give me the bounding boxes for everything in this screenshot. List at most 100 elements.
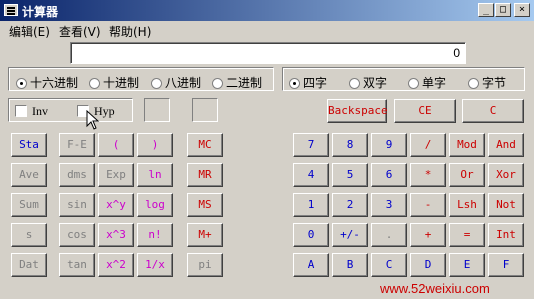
digit-button-7[interactable]: 7	[293, 133, 329, 157]
radio-word[interactable]: 单字	[408, 74, 446, 91]
sci-button-sin[interactable]: sin	[59, 193, 95, 217]
title-bar[interactable]: 计算器 _ □ ×	[0, 0, 534, 21]
watermark-text: www.52weixiu.com	[380, 281, 490, 296]
sci-button-x-cubed[interactable]: x^3	[98, 223, 134, 247]
sci-button-factorial[interactable]: n!	[137, 223, 173, 247]
sci-button-x-pow-y[interactable]: x^y	[98, 193, 134, 217]
multiply-button[interactable]: *	[410, 163, 446, 187]
menu-help[interactable]: 帮助(H)	[109, 23, 151, 40]
memory-button-m-plus[interactable]: M+	[187, 223, 223, 247]
radio-dec[interactable]: 十进制	[89, 74, 139, 91]
hex-button-a[interactable]: A	[293, 253, 329, 277]
and-button[interactable]: And	[488, 133, 524, 157]
sci-button-x-squared[interactable]: x^2	[98, 253, 134, 277]
radio-qword[interactable]: 四字	[289, 74, 327, 91]
hex-button-b[interactable]: B	[332, 253, 368, 277]
hex-button-d[interactable]: D	[410, 253, 446, 277]
digit-button-3[interactable]: 3	[371, 193, 407, 217]
decimal-button[interactable]: .	[371, 223, 407, 247]
constant-button-pi[interactable]: pi	[187, 253, 223, 277]
or-button[interactable]: Or	[449, 163, 485, 187]
number-base-group: 十六进制 十进制 八进制 二进制	[8, 67, 274, 91]
window-title: 计算器	[22, 5, 59, 19]
sci-button-close-paren[interactable]: )	[137, 133, 173, 157]
radio-byte[interactable]: 字节	[468, 74, 506, 91]
memory-button-mc[interactable]: MC	[187, 133, 223, 157]
stat-button-ave[interactable]: Ave	[11, 163, 47, 187]
sci-button-fe[interactable]: F-E	[59, 133, 95, 157]
radio-dot-icon	[349, 78, 360, 89]
int-button[interactable]: Int	[488, 223, 524, 247]
radio-dot-icon	[468, 78, 479, 89]
digit-button-9[interactable]: 9	[371, 133, 407, 157]
sci-button-log[interactable]: log	[137, 193, 173, 217]
sign-toggle-button[interactable]: +/-	[332, 223, 368, 247]
memory-button-mr[interactable]: MR	[187, 163, 223, 187]
menu-bar: 编辑(E) 查看(V) 帮助(H)	[0, 21, 534, 39]
radio-dec-label: 十进制	[103, 76, 140, 90]
radio-byte-label: 字节	[482, 76, 507, 90]
paren-indicator	[144, 98, 170, 122]
word-size-group: 四字 双字 单字 字节	[282, 67, 525, 91]
radio-dword[interactable]: 双字	[349, 74, 387, 91]
radio-dot-icon	[212, 78, 223, 89]
digit-button-4[interactable]: 4	[293, 163, 329, 187]
radio-oct[interactable]: 八进制	[151, 74, 201, 91]
sci-button-dms[interactable]: dms	[59, 163, 95, 187]
radio-dot-icon	[408, 78, 419, 89]
memory-indicator	[192, 98, 218, 122]
stat-button-sta[interactable]: Sta	[11, 133, 47, 157]
hex-button-c[interactable]: C	[371, 253, 407, 277]
maximize-button[interactable]: □	[495, 3, 511, 17]
result-display[interactable]: 0	[70, 42, 466, 64]
checkbox-box-icon	[15, 105, 27, 117]
menu-view[interactable]: 查看(V)	[59, 23, 101, 40]
backspace-button[interactable]: Backspace	[327, 99, 388, 123]
inv-hyp-group: Inv Hyp	[8, 98, 133, 122]
radio-dot-icon	[89, 78, 100, 89]
minimize-button[interactable]: _	[478, 3, 494, 17]
sci-button-reciprocal[interactable]: 1/x	[137, 253, 173, 277]
digit-button-0[interactable]: 0	[293, 223, 329, 247]
radio-dot-icon	[16, 78, 27, 89]
lsh-button[interactable]: Lsh	[449, 193, 485, 217]
memory-button-ms[interactable]: MS	[187, 193, 223, 217]
add-button[interactable]: +	[410, 223, 446, 247]
digit-button-5[interactable]: 5	[332, 163, 368, 187]
radio-bin[interactable]: 二进制	[212, 74, 262, 91]
digit-button-8[interactable]: 8	[332, 133, 368, 157]
radio-dot-icon	[289, 78, 300, 89]
stat-button-dat[interactable]: Dat	[11, 253, 47, 277]
xor-button[interactable]: Xor	[488, 163, 524, 187]
checkbox-inv-label: Inv	[32, 104, 48, 118]
radio-oct-label: 八进制	[165, 76, 202, 90]
digit-button-2[interactable]: 2	[332, 193, 368, 217]
digit-button-6[interactable]: 6	[371, 163, 407, 187]
stat-button-s[interactable]: s	[11, 223, 47, 247]
clear-entry-button[interactable]: CE	[394, 99, 456, 123]
hex-button-e[interactable]: E	[449, 253, 485, 277]
checkbox-inv[interactable]: Inv	[15, 104, 48, 119]
clear-button[interactable]: C	[462, 99, 524, 123]
sci-button-exp[interactable]: Exp	[98, 163, 134, 187]
sci-button-tan[interactable]: tan	[59, 253, 95, 277]
sci-button-ln[interactable]: ln	[137, 163, 173, 187]
radio-dot-icon	[151, 78, 162, 89]
not-button[interactable]: Not	[488, 193, 524, 217]
mouse-cursor-icon	[86, 110, 100, 130]
hex-button-f[interactable]: F	[488, 253, 524, 277]
radio-hex[interactable]: 十六进制	[16, 74, 78, 91]
close-button[interactable]: ×	[514, 3, 530, 17]
calculator-app-icon	[4, 4, 18, 16]
digit-button-1[interactable]: 1	[293, 193, 329, 217]
equals-button[interactable]: =	[449, 223, 485, 247]
subtract-button[interactable]: -	[410, 193, 446, 217]
radio-hex-label: 十六进制	[30, 76, 79, 90]
menu-edit[interactable]: 编辑(E)	[9, 23, 50, 40]
sci-button-cos[interactable]: cos	[59, 223, 95, 247]
radio-qword-label: 四字	[303, 76, 328, 90]
divide-button[interactable]: /	[410, 133, 446, 157]
mod-button[interactable]: Mod	[449, 133, 485, 157]
sci-button-open-paren[interactable]: (	[98, 133, 134, 157]
stat-button-sum[interactable]: Sum	[11, 193, 47, 217]
